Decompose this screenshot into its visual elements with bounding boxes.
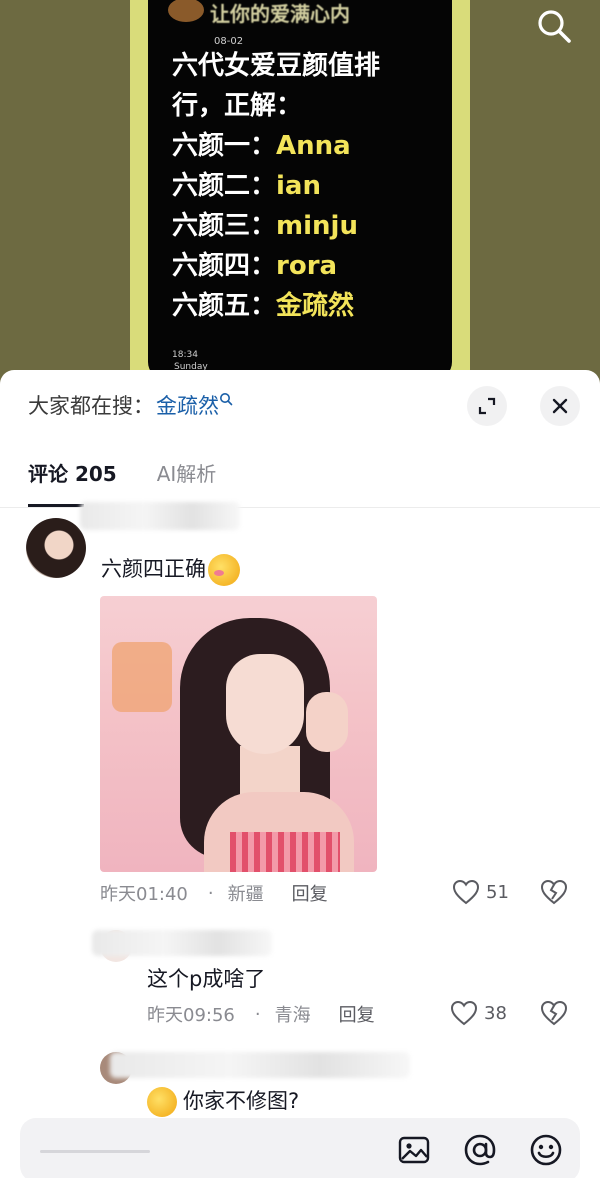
search-icon (538, 10, 571, 43)
kiss-emoji-icon (208, 554, 240, 586)
reply-time: 昨天09:56 (147, 1005, 235, 1026)
like-button[interactable]: 38 (450, 1000, 507, 1026)
smile-emoji-icon (147, 1087, 177, 1117)
broken-heart-icon (540, 1000, 568, 1026)
meta-separator: · (207, 882, 214, 904)
reply-button[interactable]: 回复 (292, 880, 328, 906)
emoji-icon[interactable] (528, 1132, 564, 1168)
heart-icon (450, 1000, 478, 1026)
video-overlay-title: 让你的爱满心内 (210, 2, 350, 26)
tab-ai-analysis[interactable]: AI解析 (157, 458, 217, 502)
like-count: 38 (484, 1002, 507, 1024)
comment-location: 新疆 (227, 884, 264, 905)
image-figure-hand (306, 692, 348, 752)
close-button[interactable] (540, 386, 580, 426)
reply-button[interactable]: 回复 (339, 1001, 375, 1027)
search-suggestion-term[interactable]: 金疏然 (156, 394, 219, 418)
expand-button[interactable] (467, 386, 507, 426)
reply-location: 青海 (274, 1005, 311, 1026)
username-blurred[interactable] (110, 1052, 410, 1078)
comment-meta: 昨天01:40 · 新疆 回复 (100, 879, 328, 907)
video-line: 六颜三：minju (172, 211, 358, 241)
heart-icon (452, 879, 480, 905)
image-figure-face (226, 654, 304, 754)
search-button[interactable] (534, 6, 574, 46)
comment-input-bar[interactable] (20, 1118, 580, 1178)
at-icon[interactable] (462, 1132, 498, 1168)
comment-image[interactable] (100, 596, 377, 872)
username-blurred[interactable] (80, 502, 240, 530)
comment-input-placeholder[interactable] (40, 1150, 150, 1153)
like-count: 51 (486, 881, 509, 903)
video-line: 六颜一：Anna (172, 131, 351, 161)
search-suggestion[interactable]: 大家都在搜：金疏然 (28, 390, 233, 422)
dislike-button[interactable] (540, 1000, 568, 1030)
video-line: 六颜四：rora (172, 251, 338, 281)
video-player[interactable]: 让你的爱满心内 08-02 六代女爱豆颜值排 行，正解： 六颜一：Anna 六颜… (0, 0, 600, 400)
meta-separator: · (254, 1003, 261, 1025)
reply-meta: 昨天09:56 · 青海 回复 (147, 1000, 375, 1028)
video-line: 六颜五：金疏然 (172, 291, 355, 321)
video-text-block: 六代女爱豆颜值排 行，正解： 六颜一：Anna 六颜二：ian 六颜三：minj… (172, 46, 442, 326)
reply-text: 这个p成啥了 (147, 967, 266, 991)
video-screen-time: 18:34 (172, 350, 198, 360)
video-line: 行，正解： (172, 91, 303, 121)
expand-icon (478, 397, 496, 415)
comment-tabs: 评论 205 AI解析 (28, 458, 216, 502)
tab-comments[interactable]: 评论 205 (28, 458, 117, 502)
image-icon[interactable] (396, 1132, 432, 1168)
image-figure-top (230, 832, 340, 872)
video-screen: 让你的爱满心内 08-02 六代女爱豆颜值排 行，正解： 六颜一：Anna 六颜… (148, 0, 452, 380)
avatar[interactable] (26, 518, 86, 578)
close-icon (552, 398, 568, 414)
search-small-icon (220, 393, 233, 406)
username-blurred[interactable] (92, 930, 272, 956)
video-overlay-avatar (168, 0, 204, 22)
image-background-decor (112, 642, 172, 712)
video-overlay-header: 让你的爱满心内 08-02 (168, 0, 448, 47)
reply-text: 你家不修图? (147, 1085, 299, 1117)
search-suggestion-label: 大家都在搜： (28, 394, 154, 418)
dislike-button[interactable] (540, 879, 568, 909)
comment-sheet: 大家都在搜：金疏然 评论 205 AI解析 六颜四正确 昨天01:40 · 新疆… (0, 370, 600, 1178)
like-button[interactable]: 51 (452, 879, 509, 905)
comment-text: 六颜四正确 (101, 553, 240, 586)
video-line: 六颜二：ian (172, 171, 321, 201)
video-line: 六代女爱豆颜值排 (172, 51, 381, 81)
broken-heart-icon (540, 879, 568, 905)
comment-time: 昨天01:40 (100, 884, 188, 905)
